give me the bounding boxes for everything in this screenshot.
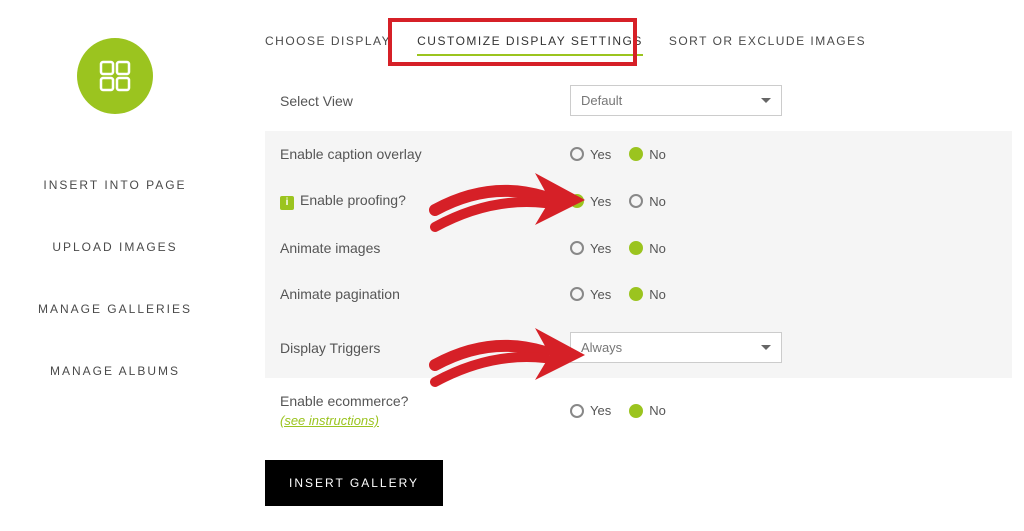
- insert-gallery-button[interactable]: INSERT GALLERY: [265, 460, 443, 506]
- animate-images-no[interactable]: No: [629, 241, 666, 256]
- info-icon[interactable]: i: [280, 196, 294, 210]
- ecommerce-instructions-link[interactable]: (see instructions): [280, 413, 570, 428]
- row-select-view: Select View Default: [265, 70, 1012, 131]
- proofing-no[interactable]: No: [629, 194, 666, 209]
- label-caption-overlay: Enable caption overlay: [280, 146, 570, 162]
- grid-icon: [95, 56, 135, 96]
- caption-overlay-yes[interactable]: Yes: [570, 147, 611, 162]
- label-animate-pagination: Animate pagination: [280, 286, 570, 302]
- caption-overlay-no[interactable]: No: [629, 147, 666, 162]
- tabs: CHOOSE DISPLAY CUSTOMIZE DISPLAY SETTING…: [265, 28, 866, 56]
- display-triggers-dropdown[interactable]: Always: [570, 332, 782, 363]
- row-animate-images: Animate images Yes No: [265, 225, 1012, 271]
- tab-sort-or-exclude-images[interactable]: SORT OR EXCLUDE IMAGES: [669, 28, 866, 56]
- tab-customize-display-settings[interactable]: CUSTOMIZE DISPLAY SETTINGS: [417, 28, 643, 56]
- ecommerce-no[interactable]: No: [629, 403, 666, 418]
- label-enable-ecommerce: Enable ecommerce? (see instructions): [280, 393, 570, 428]
- label-enable-proofing: iEnable proofing?: [280, 192, 570, 210]
- animate-images-yes[interactable]: Yes: [570, 241, 611, 256]
- row-enable-proofing: iEnable proofing? Yes No: [265, 177, 1012, 225]
- sidebar-item-manage-galleries[interactable]: MANAGE GALLERIES: [0, 278, 230, 340]
- row-enable-ecommerce: Enable ecommerce? (see instructions) Yes…: [265, 378, 1012, 443]
- select-view-dropdown[interactable]: Default: [570, 85, 782, 116]
- sidebar: INSERT INTO PAGE UPLOAD IMAGES MANAGE GA…: [0, 0, 230, 531]
- proofing-yes[interactable]: Yes: [570, 194, 611, 209]
- logo-disc: [77, 38, 153, 114]
- chevron-down-icon: [761, 98, 771, 103]
- sidebar-item-manage-albums[interactable]: MANAGE ALBUMS: [0, 340, 230, 402]
- display-triggers-value: Always: [581, 340, 622, 355]
- select-view-value: Default: [581, 93, 622, 108]
- ecommerce-yes[interactable]: Yes: [570, 403, 611, 418]
- sidebar-item-upload-images[interactable]: UPLOAD IMAGES: [0, 216, 230, 278]
- animate-pagination-no[interactable]: No: [629, 287, 666, 302]
- label-display-triggers: Display Triggers: [280, 340, 570, 356]
- animate-pagination-yes[interactable]: Yes: [570, 287, 611, 302]
- label-select-view: Select View: [280, 93, 570, 109]
- tab-choose-display[interactable]: CHOOSE DISPLAY: [265, 28, 391, 56]
- row-display-triggers: Display Triggers Always: [265, 317, 1012, 378]
- sidebar-item-insert-into-page[interactable]: INSERT INTO PAGE: [0, 154, 230, 216]
- row-caption-overlay: Enable caption overlay Yes No: [265, 131, 1012, 177]
- settings-panel: Select View Default Enable caption overl…: [265, 70, 1012, 443]
- chevron-down-icon: [761, 345, 771, 350]
- label-animate-images: Animate images: [280, 240, 570, 256]
- row-animate-pagination: Animate pagination Yes No: [265, 271, 1012, 317]
